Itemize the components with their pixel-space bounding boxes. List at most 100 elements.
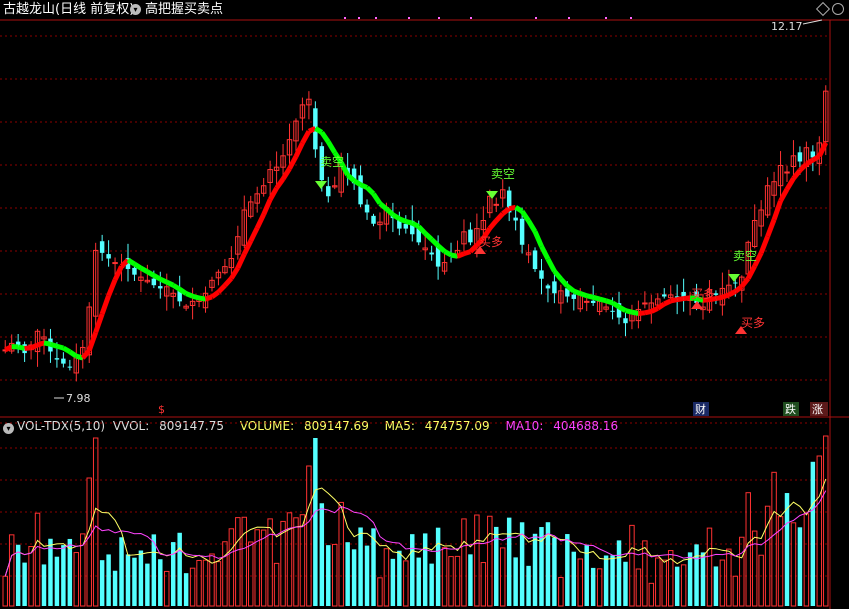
volume-bar [34,512,41,607]
signal-segment [204,294,213,302]
event-dot [438,17,440,19]
volume-bar [61,545,66,606]
volume-bar [558,576,564,607]
volume-bar [189,567,196,607]
signal-segment [771,200,783,221]
volume-bar [241,516,248,607]
volume-bar [680,564,687,607]
volume-bar [532,533,538,606]
signal-segment [598,296,607,304]
volume-bar [41,564,47,606]
volume-bar [694,544,699,606]
signal-segment [68,349,78,359]
volume-bar [377,577,383,607]
volume-bar [751,530,758,607]
sell-triangle [728,274,740,282]
sell-label: 卖空 [733,249,757,263]
signal-segment [235,253,247,269]
candle-body [733,282,738,284]
signal-segment [405,219,413,226]
signal-line [4,126,829,361]
volume-bar [642,540,648,607]
volume-bar [623,561,628,606]
high-price-label: 12.17 [771,20,803,33]
rise-badge[interactable]: 涨 [812,403,823,416]
volume-bar [273,562,280,607]
candle-body [519,218,525,245]
candle-body [681,291,686,297]
signal-segment [229,266,240,280]
volume-bar [596,568,603,607]
volume-bar [577,558,583,607]
signal-segment [56,343,65,351]
volume-bar [364,545,370,606]
signal-segment [545,257,557,273]
candle-body [590,300,596,303]
signal-segment [817,141,829,158]
volume-bar [441,547,448,607]
signal-segment [165,279,175,288]
signal-segment [487,219,499,230]
signal-segment [254,213,266,230]
volume-bar [565,534,570,606]
candle-body [610,310,615,312]
signal-segment [739,276,751,289]
signal-segment [765,218,777,238]
volume-bar [215,561,222,607]
volume-bar [54,556,60,606]
signal-segment [411,220,420,229]
fall-badge[interactable]: 跌 [785,402,796,416]
volume-bar [661,559,667,607]
signal-segment [456,251,465,259]
candle-body [539,270,544,279]
signal-segment [216,283,227,294]
volume-bar [480,562,487,607]
signal-segment [280,167,292,181]
signal-segment [778,188,790,203]
candle-body [493,203,499,206]
signal-segment [4,344,13,353]
event-dot [470,17,472,19]
volume-bar [816,455,823,607]
signal-segment [670,297,678,304]
signal-segment [501,206,511,216]
sell-triangle [315,181,327,189]
volume-bar [506,517,512,606]
volume-bar [403,560,409,607]
signal-segment [359,182,369,190]
signal-segment [126,257,136,267]
candle-body [106,254,111,259]
candle-body [371,215,376,224]
volume-bar [526,565,531,606]
signal-segment [532,230,544,248]
signal-segment [80,348,92,360]
volume-bar [332,543,338,607]
signal-segment [429,237,440,248]
signal-segment [586,293,594,300]
signal-segment [676,296,685,303]
volume-bar [306,465,312,607]
volume-bar [119,537,124,606]
signal-segment [248,226,260,243]
chart-canvas[interactable]: 12.17 7.98 卖空 卖空 卖空 买多 买多 买多 $ 财 跌 涨 [0,0,849,609]
volume-bar [706,527,713,607]
signal-segment [293,141,305,158]
signal-segment [617,304,627,313]
signal-segment [152,273,162,282]
volume-bar [293,517,299,607]
candle-body [623,318,628,324]
finance-badge[interactable]: 财 [695,402,706,416]
sell-label: 卖空 [320,155,344,169]
signal-segment [450,252,459,259]
volume-bar [145,563,150,606]
high-arrow [802,19,823,25]
signal-segment [242,239,253,256]
volume-bar [410,534,415,606]
signal-segment [287,155,299,170]
event-dot [408,17,410,19]
volume-bar [196,559,202,607]
volume-bar [267,518,273,607]
candle-body [429,252,434,255]
volume-bar [358,527,363,606]
volume-bar [177,532,182,606]
